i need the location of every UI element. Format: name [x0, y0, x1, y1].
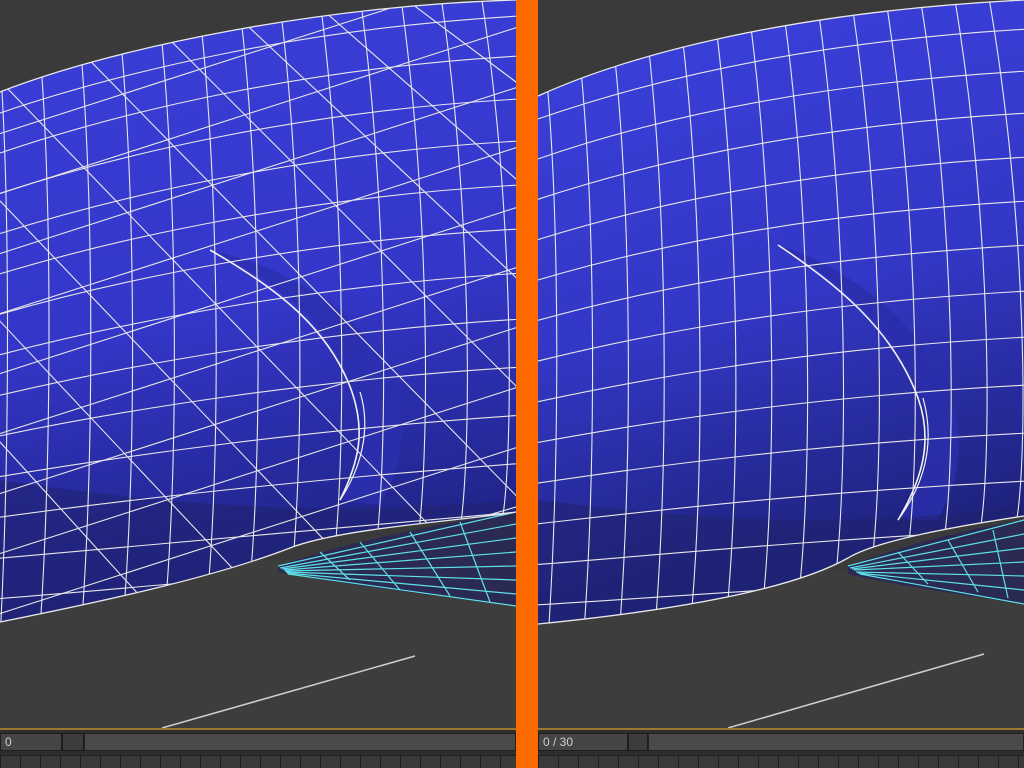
left-frame-counter[interactable]: 0: [0, 733, 62, 751]
right-frame-counter[interactable]: 0 / 30: [538, 733, 628, 751]
left-viewport[interactable]: 0: [0, 0, 516, 768]
left-timeline-ruler[interactable]: [0, 755, 516, 768]
right-slider-handle[interactable]: [628, 733, 648, 751]
left-timeline: 0: [0, 728, 516, 768]
right-viewport[interactable]: 0 / 30: [538, 0, 1024, 768]
left-slider-handle[interactable]: [62, 733, 84, 751]
right-timeline: 0 / 30: [538, 728, 1024, 768]
right-timeline-ruler[interactable]: [538, 755, 1024, 768]
right-mesh-scene[interactable]: [538, 0, 1024, 728]
right-time-track[interactable]: [648, 733, 1024, 751]
comparison-stage: 0 0 / 30: [0, 0, 1024, 768]
left-mesh-scene[interactable]: [0, 0, 516, 728]
comparison-divider: [516, 0, 538, 768]
left-time-track[interactable]: [84, 733, 516, 751]
